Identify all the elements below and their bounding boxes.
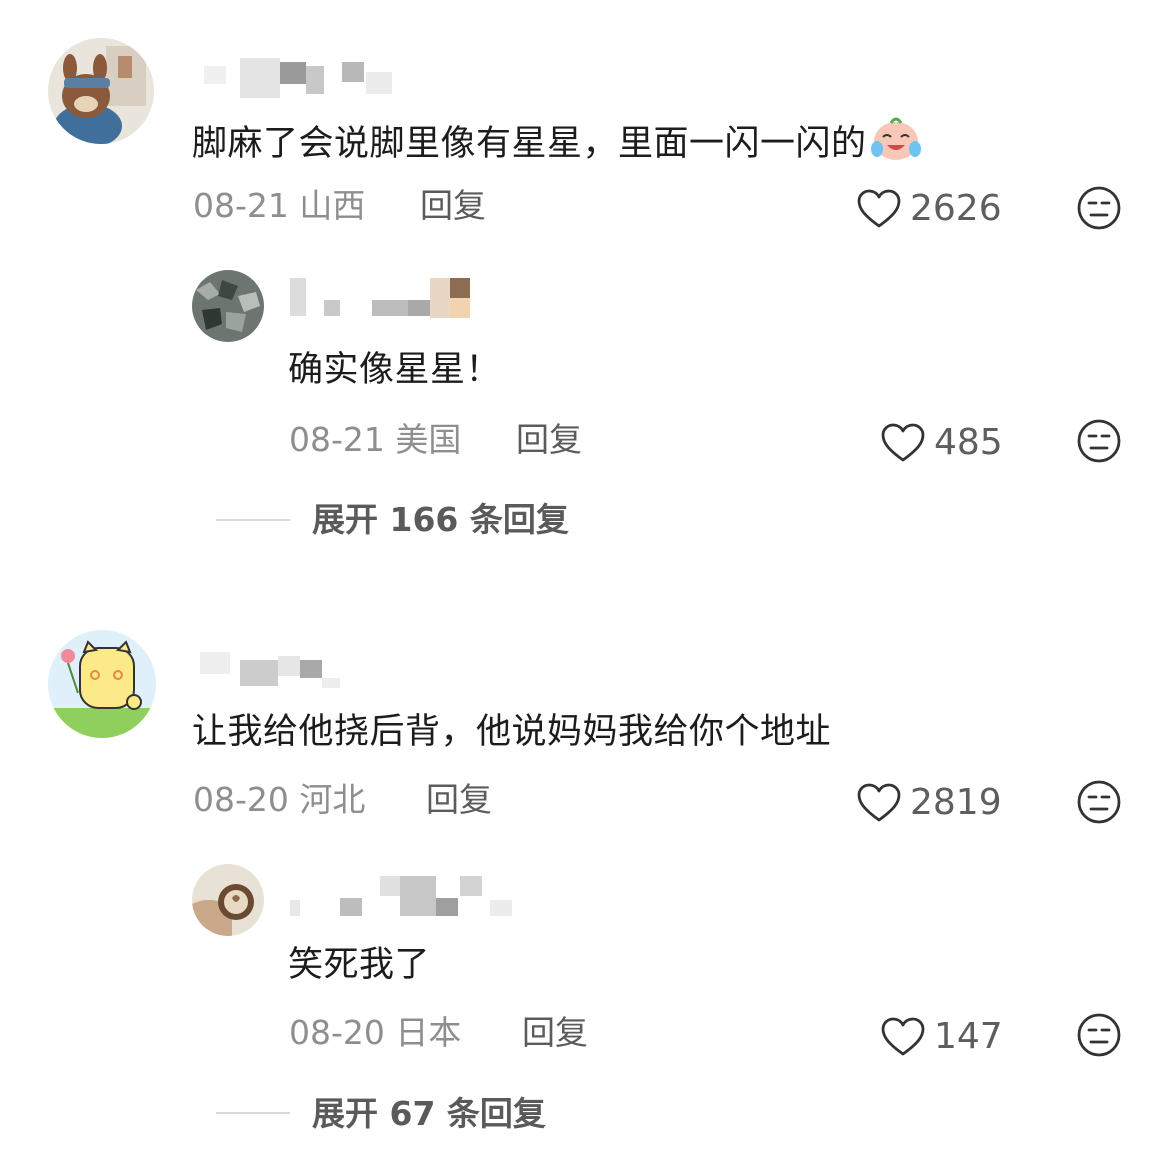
dislike-face-icon[interactable] bbox=[1076, 779, 1122, 825]
expand-divider bbox=[216, 1112, 290, 1114]
comment-text: 脚麻了会说脚里像有星星，里面一闪一闪的 bbox=[192, 113, 923, 166]
dislike-face-icon[interactable] bbox=[1076, 1012, 1122, 1058]
reply-username-blurred[interactable] bbox=[290, 278, 490, 318]
comment-meta: 08-20 河北 bbox=[193, 780, 365, 820]
like-count: 2626 bbox=[910, 188, 1002, 229]
reply-avatar[interactable] bbox=[192, 270, 264, 342]
crying-laughing-emoji-icon bbox=[869, 113, 923, 163]
reply-username-blurred[interactable] bbox=[290, 876, 530, 916]
reply-date: 08-20 bbox=[289, 1013, 385, 1052]
comment-text: 让我给他挠后背，他说妈妈我给你个地址 bbox=[192, 712, 832, 752]
reply-meta: 08-20 日本 bbox=[289, 1013, 461, 1053]
like-count: 147 bbox=[934, 1016, 1003, 1057]
heart-icon bbox=[881, 1017, 925, 1056]
expand-divider bbox=[216, 519, 290, 521]
like-button[interactable]: 147 bbox=[880, 1014, 1003, 1060]
reply-button[interactable]: 回复 bbox=[420, 186, 486, 226]
reply-avatar[interactable] bbox=[192, 864, 264, 936]
like-count: 485 bbox=[934, 422, 1003, 463]
like-button[interactable]: 2626 bbox=[856, 186, 1002, 232]
reply-location: 日本 bbox=[395, 1013, 462, 1052]
reply-button[interactable]: 回复 bbox=[516, 420, 582, 460]
reply-meta: 08-21 美国 bbox=[289, 420, 461, 460]
like-button[interactable]: 485 bbox=[880, 420, 1003, 466]
comment-meta: 08-21 山西 bbox=[193, 186, 365, 226]
reply-text: 笑死我了 bbox=[288, 945, 431, 985]
username-blurred[interactable] bbox=[200, 58, 400, 98]
comment-date: 08-20 bbox=[193, 780, 289, 819]
comment-text-content: 脚麻了会说脚里像有星星，里面一闪一闪的 bbox=[192, 124, 867, 164]
heart-icon bbox=[857, 783, 901, 822]
avatar-image bbox=[192, 270, 264, 342]
reply-location: 美国 bbox=[395, 420, 462, 459]
reply-button[interactable]: 回复 bbox=[426, 780, 492, 820]
comment-date: 08-21 bbox=[193, 186, 289, 225]
avatar-image bbox=[192, 864, 264, 936]
reply-button[interactable]: 回复 bbox=[522, 1013, 588, 1053]
avatar[interactable] bbox=[48, 38, 154, 144]
like-button[interactable]: 2819 bbox=[856, 780, 1002, 826]
expand-replies-button[interactable]: 展开 166 条回复 bbox=[312, 500, 569, 540]
comment-location: 河北 bbox=[299, 780, 366, 819]
comment-location: 山西 bbox=[299, 186, 366, 225]
dislike-face-icon[interactable] bbox=[1076, 185, 1122, 231]
heart-icon bbox=[881, 423, 925, 462]
reply-date: 08-21 bbox=[289, 420, 385, 459]
dislike-face-icon[interactable] bbox=[1076, 418, 1122, 464]
avatar[interactable] bbox=[48, 630, 156, 738]
avatar-image bbox=[48, 630, 156, 738]
like-count: 2819 bbox=[910, 782, 1002, 823]
expand-replies-button[interactable]: 展开 67 条回复 bbox=[312, 1094, 546, 1134]
username-blurred[interactable] bbox=[200, 646, 350, 688]
avatar-image bbox=[48, 38, 154, 144]
reply-text: 确实像星星！ bbox=[288, 350, 502, 390]
heart-icon bbox=[857, 189, 901, 228]
